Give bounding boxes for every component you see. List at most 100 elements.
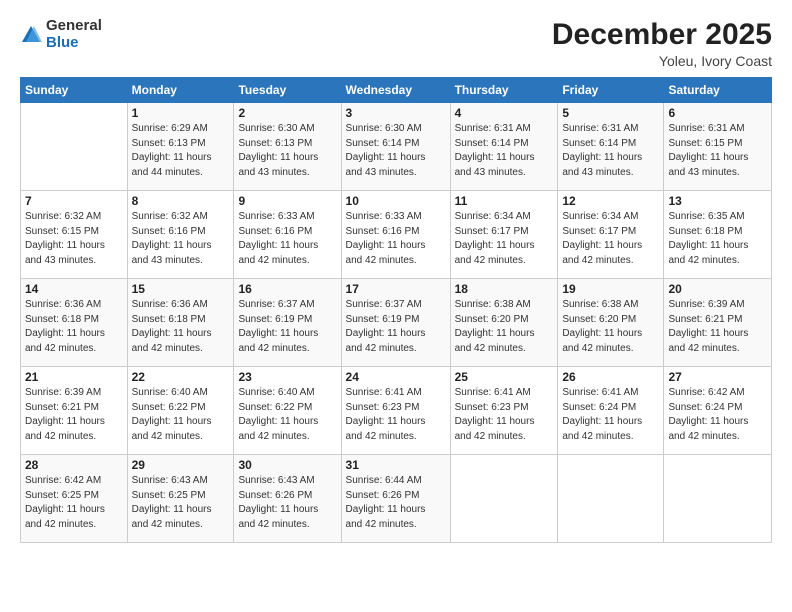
day-info: Sunrise: 6:36 AMSunset: 6:18 PMDaylight:…: [25, 298, 123, 356]
day-info: Sunrise: 6:34 AMSunset: 6:17 PMDaylight:…: [455, 210, 554, 268]
calendar-header: SundayMondayTuesdayWednesdayThursdayFrid…: [21, 78, 772, 103]
header-day: Tuesday: [234, 78, 341, 103]
day-info: Sunrise: 6:31 AMSunset: 6:15 PMDaylight:…: [668, 122, 767, 180]
day-info: Sunrise: 6:31 AMSunset: 6:14 PMDaylight:…: [562, 122, 659, 180]
day-info: Sunrise: 6:39 AMSunset: 6:21 PMDaylight:…: [25, 386, 123, 444]
calendar-cell: 25 Sunrise: 6:41 AMSunset: 6:23 PMDayligh…: [450, 367, 558, 455]
day-info: Sunrise: 6:29 AMSunset: 6:13 PMDaylight:…: [132, 122, 230, 180]
day-number: 17: [346, 282, 446, 296]
day-info: Sunrise: 6:37 AMSunset: 6:19 PMDaylight:…: [346, 298, 446, 356]
day-number: 15: [132, 282, 230, 296]
day-number: 11: [455, 194, 554, 208]
header-day: Saturday: [664, 78, 772, 103]
calendar-week: 21 Sunrise: 6:39 AMSunset: 6:21 PMDayligh…: [21, 367, 772, 455]
calendar-cell: 24 Sunrise: 6:41 AMSunset: 6:23 PMDayligh…: [341, 367, 450, 455]
calendar-cell: 23 Sunrise: 6:40 AMSunset: 6:22 PMDayligh…: [234, 367, 341, 455]
day-info: Sunrise: 6:40 AMSunset: 6:22 PMDaylight:…: [132, 386, 230, 444]
day-number: 28: [25, 458, 123, 472]
day-number: 23: [238, 370, 336, 384]
calendar-cell: 5 Sunrise: 6:31 AMSunset: 6:14 PMDaylight…: [558, 103, 664, 191]
day-number: 6: [668, 106, 767, 120]
calendar-cell: 30Sunrise: 6:43 AMSunset: 6:26 PMDayligh…: [234, 455, 341, 543]
header-day: Monday: [127, 78, 234, 103]
calendar-cell: 20Sunrise: 6:39 AMSunset: 6:21 PMDayligh…: [664, 279, 772, 367]
header-day: Thursday: [450, 78, 558, 103]
calendar-cell: [21, 103, 128, 191]
day-number: 1: [132, 106, 230, 120]
day-number: 26: [562, 370, 659, 384]
day-info: Sunrise: 6:39 AMSunset: 6:21 PMDaylight:…: [668, 298, 767, 356]
day-number: 27: [668, 370, 767, 384]
calendar-cell: 6 Sunrise: 6:31 AMSunset: 6:15 PMDaylight…: [664, 103, 772, 191]
calendar-cell: 15Sunrise: 6:36 AMSunset: 6:18 PMDayligh…: [127, 279, 234, 367]
calendar-cell: 19Sunrise: 6:38 AMSunset: 6:20 PMDayligh…: [558, 279, 664, 367]
calendar-cell: 9Sunrise: 6:33 AMSunset: 6:16 PMDaylight…: [234, 191, 341, 279]
day-number: 10: [346, 194, 446, 208]
calendar-cell: [558, 455, 664, 543]
calendar-cell: 31 Sunrise: 6:44 AMSunset: 6:26 PMDayligh…: [341, 455, 450, 543]
day-number: 21: [25, 370, 123, 384]
calendar-week: 7Sunrise: 6:32 AMSunset: 6:15 PMDaylight…: [21, 191, 772, 279]
logo-general: General: [46, 18, 102, 35]
day-number: 19: [562, 282, 659, 296]
main-title: December 2025: [552, 18, 772, 51]
day-info: Sunrise: 6:33 AMSunset: 6:16 PMDaylight:…: [346, 210, 446, 268]
day-number: 16: [238, 282, 336, 296]
day-info: Sunrise: 6:38 AMSunset: 6:20 PMDaylight:…: [455, 298, 554, 356]
day-info: Sunrise: 6:44 AMSunset: 6:26 PMDaylight:…: [346, 474, 446, 532]
day-info: Sunrise: 6:42 AMSunset: 6:25 PMDaylight:…: [25, 474, 123, 532]
day-number: 31: [346, 458, 446, 472]
calendar-cell: 10 Sunrise: 6:33 AMSunset: 6:16 PMDayligh…: [341, 191, 450, 279]
day-number: 18: [455, 282, 554, 296]
calendar-week: 14 Sunrise: 6:36 AMSunset: 6:18 PMDayligh…: [21, 279, 772, 367]
day-info: Sunrise: 6:37 AMSunset: 6:19 PMDaylight:…: [238, 298, 336, 356]
day-number: 25: [455, 370, 554, 384]
day-info: Sunrise: 6:35 AMSunset: 6:18 PMDaylight:…: [668, 210, 767, 268]
calendar-cell: 17 Sunrise: 6:37 AMSunset: 6:19 PMDayligh…: [341, 279, 450, 367]
header: General Blue December 2025 Yoleu, Ivory …: [20, 18, 772, 69]
day-info: Sunrise: 6:43 AMSunset: 6:26 PMDaylight:…: [238, 474, 336, 532]
calendar-cell: [450, 455, 558, 543]
day-number: 3: [346, 106, 446, 120]
day-info: Sunrise: 6:40 AMSunset: 6:22 PMDaylight:…: [238, 386, 336, 444]
day-number: 8: [132, 194, 230, 208]
calendar-cell: 16 Sunrise: 6:37 AMSunset: 6:19 PMDayligh…: [234, 279, 341, 367]
calendar-cell: 12Sunrise: 6:34 AMSunset: 6:17 PMDayligh…: [558, 191, 664, 279]
day-number: 2: [238, 106, 336, 120]
calendar-cell: 26 Sunrise: 6:41 AMSunset: 6:24 PMDayligh…: [558, 367, 664, 455]
calendar-cell: 18 Sunrise: 6:38 AMSunset: 6:20 PMDayligh…: [450, 279, 558, 367]
day-info: Sunrise: 6:30 AMSunset: 6:14 PMDaylight:…: [346, 122, 446, 180]
calendar-cell: 8Sunrise: 6:32 AMSunset: 6:16 PMDaylight…: [127, 191, 234, 279]
logo: General Blue: [20, 18, 102, 51]
calendar-cell: 3 Sunrise: 6:30 AMSunset: 6:14 PMDaylight…: [341, 103, 450, 191]
header-day: Sunday: [21, 78, 128, 103]
day-number: 14: [25, 282, 123, 296]
header-day: Friday: [558, 78, 664, 103]
calendar-cell: 22Sunrise: 6:40 AMSunset: 6:22 PMDayligh…: [127, 367, 234, 455]
calendar-week: 1 Sunrise: 6:29 AMSunset: 6:13 PMDaylight…: [21, 103, 772, 191]
calendar-cell: 7Sunrise: 6:32 AMSunset: 6:15 PMDaylight…: [21, 191, 128, 279]
day-number: 5: [562, 106, 659, 120]
day-info: Sunrise: 6:41 AMSunset: 6:23 PMDaylight:…: [455, 386, 554, 444]
title-area: December 2025 Yoleu, Ivory Coast: [552, 18, 772, 69]
header-row: SundayMondayTuesdayWednesdayThursdayFrid…: [21, 78, 772, 103]
day-info: Sunrise: 6:41 AMSunset: 6:24 PMDaylight:…: [562, 386, 659, 444]
calendar-cell: 27Sunrise: 6:42 AMSunset: 6:24 PMDayligh…: [664, 367, 772, 455]
calendar-cell: 13 Sunrise: 6:35 AMSunset: 6:18 PMDayligh…: [664, 191, 772, 279]
day-number: 12: [562, 194, 659, 208]
header-day: Wednesday: [341, 78, 450, 103]
logo-text: General Blue: [46, 18, 102, 51]
calendar-cell: 4Sunrise: 6:31 AMSunset: 6:14 PMDaylight…: [450, 103, 558, 191]
calendar-cell: 11 Sunrise: 6:34 AMSunset: 6:17 PMDayligh…: [450, 191, 558, 279]
day-number: 24: [346, 370, 446, 384]
calendar-cell: 1 Sunrise: 6:29 AMSunset: 6:13 PMDaylight…: [127, 103, 234, 191]
day-info: Sunrise: 6:32 AMSunset: 6:15 PMDaylight:…: [25, 210, 123, 268]
calendar-body: 1 Sunrise: 6:29 AMSunset: 6:13 PMDaylight…: [21, 103, 772, 543]
day-info: Sunrise: 6:43 AMSunset: 6:25 PMDaylight:…: [132, 474, 230, 532]
day-number: 13: [668, 194, 767, 208]
subtitle: Yoleu, Ivory Coast: [552, 53, 772, 69]
calendar-cell: 21 Sunrise: 6:39 AMSunset: 6:21 PMDayligh…: [21, 367, 128, 455]
day-number: 29: [132, 458, 230, 472]
day-info: Sunrise: 6:41 AMSunset: 6:23 PMDaylight:…: [346, 386, 446, 444]
day-info: Sunrise: 6:33 AMSunset: 6:16 PMDaylight:…: [238, 210, 336, 268]
